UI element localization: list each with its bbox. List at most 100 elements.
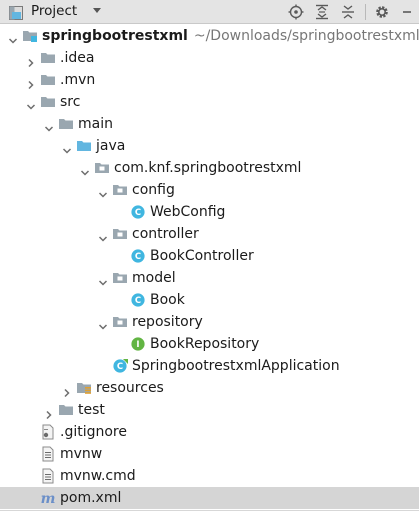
tree-row[interactable]: config xyxy=(0,179,419,201)
tree-row[interactable]: repository xyxy=(0,311,419,333)
source-folder-icon xyxy=(76,138,92,154)
tree-row[interactable]: test xyxy=(0,399,419,421)
tree-item-name: com.knf.springbootrestxml xyxy=(114,160,302,176)
svg-text:C: C xyxy=(135,252,141,262)
tree-item-name: .idea xyxy=(60,50,95,66)
package-icon xyxy=(112,270,128,286)
tree-row[interactable]: C WebConfig xyxy=(0,201,419,223)
tree-row[interactable]: mvnw.cmd xyxy=(0,465,419,487)
chevron-down-icon[interactable] xyxy=(98,317,108,330)
chevron-down-icon[interactable] xyxy=(62,141,72,154)
spring-boot-class-icon: C xyxy=(112,358,128,374)
collapse-all-icon[interactable] xyxy=(339,3,357,21)
chevron-down-icon[interactable] xyxy=(44,119,54,132)
resources-folder-icon xyxy=(76,380,92,396)
text-file-icon xyxy=(40,446,56,462)
chevron-down-icon[interactable] xyxy=(98,273,108,286)
chevron-down-icon[interactable] xyxy=(8,31,18,44)
chevron-right-icon[interactable] xyxy=(44,405,54,420)
tree-row[interactable]: model xyxy=(0,267,419,289)
tree-item-label: SpringbootrestxmlApplication xyxy=(132,357,340,375)
tree-item-label: src xyxy=(60,93,80,111)
tree-row[interactable]: .idea xyxy=(0,47,419,69)
gear-icon[interactable] xyxy=(373,3,391,21)
tree-item-label: mvnw xyxy=(60,445,102,463)
divider xyxy=(0,510,419,511)
chevron-right-icon[interactable] xyxy=(62,383,72,398)
folder-icon xyxy=(40,72,56,88)
tree-row[interactable]: com.knf.springbootrestxml xyxy=(0,157,419,179)
tree-item-label: .mvn xyxy=(60,71,95,89)
tree-item-label: BookRepository xyxy=(150,335,259,353)
tree-row[interactable]: C BookController xyxy=(0,245,419,267)
tree-item-label: pom.xml xyxy=(60,489,121,507)
java-class-icon: C xyxy=(130,248,146,264)
package-icon xyxy=(94,160,110,176)
tree-item-name: model xyxy=(132,270,176,286)
svg-text:C: C xyxy=(135,208,141,218)
tree-item-label: WebConfig xyxy=(150,203,225,221)
locate-icon[interactable] xyxy=(287,3,305,21)
java-class-icon: C xyxy=(130,204,146,220)
tree-row[interactable]: main xyxy=(0,113,419,135)
tree-item-label: BookController xyxy=(150,247,254,265)
tree-row[interactable]: mvnw xyxy=(0,443,419,465)
hide-icon[interactable] xyxy=(398,3,416,21)
tree-row[interactable]: controller xyxy=(0,223,419,245)
tree-row[interactable]: springbootrestxml ~/Downloads/springbootr… xyxy=(0,25,419,47)
tree-row[interactable]: m pom.xml xyxy=(0,487,419,509)
tree-item-name: Book xyxy=(150,292,185,308)
chevron-down-icon[interactable] xyxy=(98,185,108,198)
maven-file-icon: m xyxy=(40,490,56,507)
text-file-icon xyxy=(40,468,56,484)
chevron-right-icon[interactable] xyxy=(26,75,36,90)
tree-item-label: resources xyxy=(96,379,164,397)
tree-item-label: test xyxy=(78,401,105,419)
tree-row[interactable]: java xyxy=(0,135,419,157)
project-tool-window-header: Project xyxy=(0,0,419,24)
chevron-right-icon[interactable] xyxy=(26,53,36,68)
tree-row[interactable]: I BookRepository xyxy=(0,333,419,355)
tree-item-label: controller xyxy=(132,225,199,243)
tree-row[interactable]: C Book xyxy=(0,289,419,311)
tree-item-name: .gitignore xyxy=(60,424,127,440)
chevron-down-icon[interactable] xyxy=(26,97,36,110)
tree-item-label: main xyxy=(78,115,113,133)
java-interface-icon: I xyxy=(130,336,146,352)
chevron-down-icon[interactable] xyxy=(80,163,90,176)
tree-item-label: com.knf.springbootrestxml xyxy=(114,159,301,177)
toolbar-separator xyxy=(365,4,366,20)
chevron-down-icon[interactable] xyxy=(93,8,101,13)
expand-all-icon[interactable] xyxy=(313,3,331,21)
gitignore-file-icon xyxy=(40,424,56,440)
tree-item-name: WebConfig xyxy=(150,204,226,220)
svg-text:I: I xyxy=(136,340,139,350)
package-icon xyxy=(112,314,128,330)
tree-item-name: mvnw.cmd xyxy=(60,468,136,484)
tree-item-name: main xyxy=(78,116,113,132)
tree-item-label: .gitignore xyxy=(60,423,127,441)
svg-text:C: C xyxy=(135,296,141,306)
tree-item-label: .idea xyxy=(60,49,94,67)
project-title[interactable]: Project xyxy=(31,3,77,19)
tree-row[interactable]: src xyxy=(0,91,419,113)
tree-item-label: model xyxy=(132,269,176,287)
tree-row[interactable]: C SpringbootrestxmlApplication xyxy=(0,355,419,377)
folder-icon xyxy=(40,94,56,110)
folder-icon xyxy=(40,50,56,66)
package-icon xyxy=(112,226,128,242)
chevron-down-icon[interactable] xyxy=(98,229,108,242)
tree-row[interactable]: .mvn xyxy=(0,69,419,91)
tree-item-label: springbootrestxml ~/Downloads/springbootr… xyxy=(42,27,419,45)
tree-row[interactable]: .gitignore xyxy=(0,421,419,443)
package-icon xyxy=(112,182,128,198)
tree-item-name: SpringbootrestxmlApplication xyxy=(132,358,340,374)
tree-item-label: config xyxy=(132,181,175,199)
tree-item-label: Book xyxy=(150,291,185,309)
tree-item-name: repository xyxy=(132,314,203,330)
svg-text:m: m xyxy=(41,491,56,506)
svg-text:C: C xyxy=(117,362,123,372)
tree-item-name: test xyxy=(78,402,105,418)
tree-item-name: BookRepository xyxy=(150,336,260,352)
tree-row[interactable]: resources xyxy=(0,377,419,399)
